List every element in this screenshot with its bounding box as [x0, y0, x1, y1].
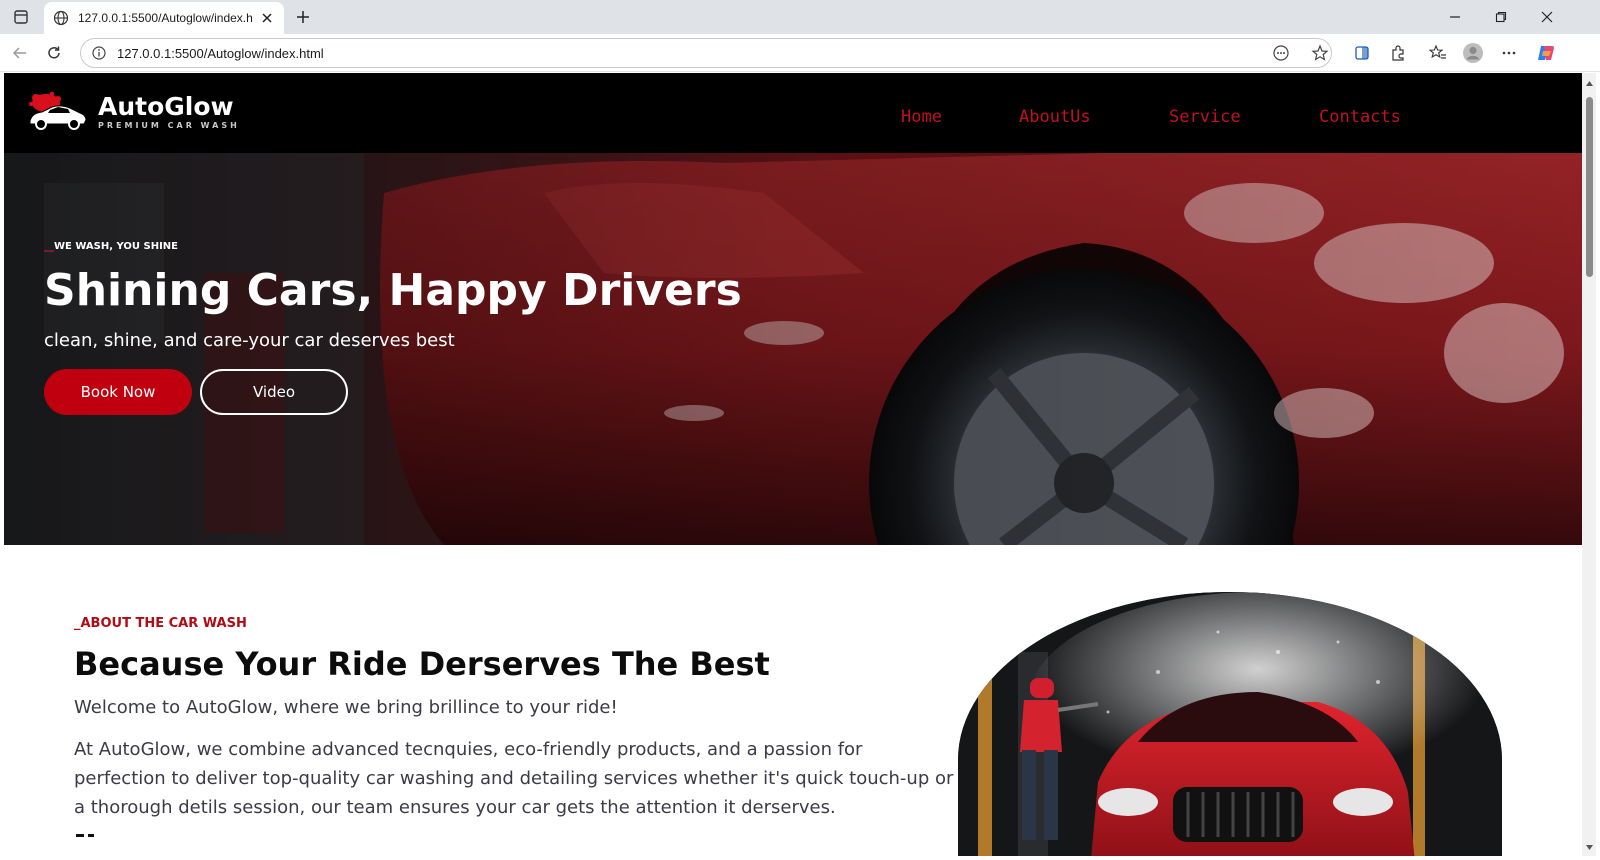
nav-link-service[interactable]: Service — [1169, 107, 1241, 127]
page-viewport: AutoGlow PREMIUM CAR WASH Home AboutUs S… — [4, 73, 1582, 856]
favorite-star-icon[interactable] — [1307, 40, 1333, 66]
extensions-icon[interactable] — [1384, 40, 1412, 66]
about-lead: Welcome to AutoGlow, where we bring bril… — [74, 697, 618, 718]
browser-tab-bar: 127.0.0.1:5500/Autoglow/index.html — [0, 0, 1600, 34]
tagline-dash: __ — [44, 241, 54, 252]
hero-subtitle: clean, shine, and care-your car deserves… — [44, 330, 455, 351]
page-scrollbar[interactable] — [1582, 73, 1596, 856]
more-menu-icon[interactable] — [1495, 40, 1523, 66]
nav-link-contacts[interactable]: Contacts — [1319, 107, 1401, 127]
minimize-icon[interactable] — [1432, 0, 1478, 34]
url-text: 127.0.0.1:5500/Autoglow/index.html — [117, 45, 324, 61]
site-header: AutoGlow PREMIUM CAR WASH Home AboutUs S… — [4, 73, 1582, 153]
about-title: Because Your Ride Derserves The Best — [74, 645, 770, 683]
tab-title: 127.0.0.1:5500/Autoglow/index.html — [78, 11, 253, 25]
hero-tagline: __WE WASH, YOU SHINE — [44, 241, 178, 252]
copilot-icon[interactable] — [1532, 40, 1560, 66]
scroll-down-arrow-icon[interactable] — [1585, 843, 1594, 852]
split-screen-icon[interactable] — [1348, 40, 1376, 66]
back-icon[interactable] — [6, 40, 34, 66]
tab-actions-icon[interactable] — [8, 5, 34, 29]
nav-link-home[interactable]: Home — [901, 107, 942, 127]
hero-section: __WE WASH, YOU SHINE Shining Cars, Happy… — [4, 153, 1582, 545]
site-info-icon[interactable] — [91, 45, 107, 61]
profile-avatar-icon[interactable] — [1459, 40, 1487, 66]
favorites-list-icon[interactable] — [1424, 40, 1452, 66]
restore-icon[interactable] — [1478, 0, 1524, 34]
video-button[interactable]: Video — [200, 369, 348, 415]
book-now-button[interactable]: Book Now — [44, 369, 192, 415]
main-navigation: Home AboutUs Service Contacts — [4, 107, 1582, 129]
reload-icon[interactable] — [40, 40, 68, 66]
scrollbar-thumb[interactable] — [1586, 97, 1593, 277]
reading-mode-icon[interactable] — [1268, 40, 1294, 66]
next-heading-peek — [76, 834, 94, 837]
close-window-icon[interactable] — [1524, 0, 1570, 34]
about-body: At AutoGlow, we combine advanced tecnqui… — [74, 739, 954, 818]
about-car-wash-image — [958, 592, 1502, 856]
hero-title: Shining Cars, Happy Drivers — [44, 265, 742, 316]
tagline-text: WE WASH, YOU SHINE — [54, 241, 178, 252]
about-label: _ABOUT THE CAR WASH — [74, 616, 247, 631]
close-tab-icon[interactable] — [258, 9, 276, 27]
browser-toolbar: 127.0.0.1:5500/Autoglow/index.html — [0, 34, 1600, 72]
address-bar[interactable]: 127.0.0.1:5500/Autoglow/index.html — [80, 38, 1332, 68]
scroll-up-arrow-icon[interactable] — [1585, 79, 1594, 88]
browser-tab-active[interactable]: 127.0.0.1:5500/Autoglow/index.html — [44, 2, 284, 34]
new-tab-icon[interactable] — [292, 6, 314, 28]
globe-icon — [52, 9, 70, 27]
nav-link-aboutus[interactable]: AboutUs — [1019, 107, 1091, 127]
